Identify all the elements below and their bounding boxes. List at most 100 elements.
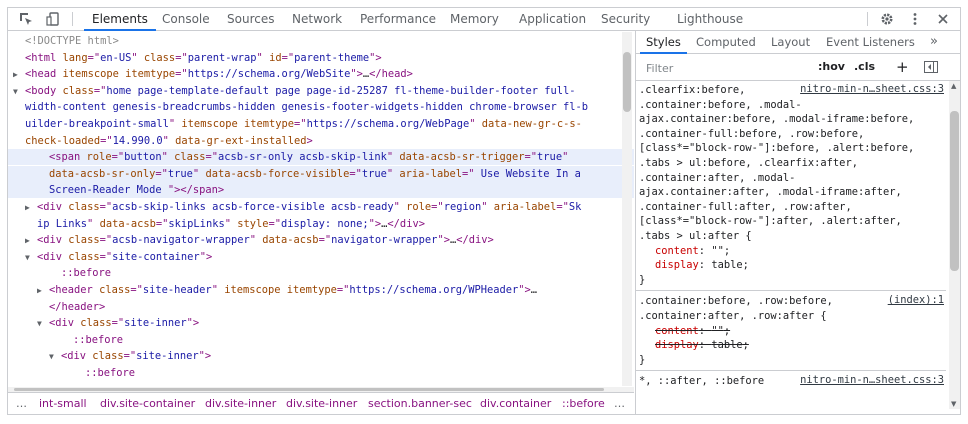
css-property-value[interactable]: "" — [711, 245, 724, 257]
rule-source-link[interactable]: nitro-min-n…sheet.css:3 — [800, 83, 944, 95]
device-toolbar-icon[interactable] — [44, 10, 62, 28]
tab-application[interactable]: Application — [519, 8, 586, 30]
css-property-name[interactable]: display — [655, 339, 699, 351]
collapse-arrow-icon[interactable]: ▼ — [37, 316, 49, 332]
css-property-name[interactable]: content — [655, 325, 699, 337]
close-icon[interactable] — [934, 10, 952, 28]
tab-console[interactable]: Console — [162, 8, 210, 30]
css-property-value[interactable]: "" — [711, 325, 724, 337]
tab-security[interactable]: Security — [601, 8, 650, 30]
breadcrumb-item[interactable]: div.container — [480, 393, 551, 414]
more-tabs-chevron-icon[interactable]: » — [930, 31, 938, 53]
scrollbar-thumb[interactable] — [950, 111, 959, 271]
tab-memory[interactable]: Memory — [450, 8, 499, 30]
dom-node-line[interactable]: ▶ <div class="acsb-navigator-wrapper" dat… — [8, 232, 634, 248]
rule-selector[interactable]: .container:before, .row:before, — [639, 294, 833, 309]
dom-node-line[interactable]: ::before — [8, 332, 634, 348]
css-property-value[interactable]: table — [711, 339, 742, 351]
dom-node-line[interactable]: ▶ <div class="acsb-skip-links acsb-force-… — [8, 199, 634, 215]
dom-node-line[interactable]: <!DOCTYPE html> — [8, 33, 634, 49]
breadcrumb-item[interactable]: int-small — [39, 393, 87, 414]
dom-node-line[interactable]: width-content genesis-breadcrumbs-hidden… — [8, 99, 634, 115]
styles-filter-input[interactable] — [644, 58, 808, 78]
new-style-rule-button[interactable]: + — [896, 58, 909, 76]
breadcrumb-more-left[interactable]: … — [16, 393, 27, 414]
dom-node-line[interactable]: Screen-Reader Mode "></span> — [8, 182, 634, 199]
tab-styles[interactable]: Styles — [640, 31, 687, 54]
styles-vertical-scrollbar[interactable]: ▲ ▼ — [949, 81, 960, 409]
dom-tree[interactable]: <!DOCTYPE html> <html lang="en-US" class=… — [8, 31, 634, 387]
rule-selector[interactable]: [class*="block-row-"]:before, .alert:bef… — [639, 141, 914, 156]
dom-node-line[interactable]: ip Links" data-acsb="skipLinks" style="d… — [8, 216, 634, 232]
css-property[interactable]: display: table; — [655, 258, 749, 273]
dom-node-line[interactable]: ▼ <div class="site-container"> — [8, 249, 634, 265]
dom-vertical-scrollbar[interactable] — [622, 32, 632, 386]
rule-selector[interactable]: .container-full:after, .row:after, — [639, 200, 852, 215]
expand-arrow-icon[interactable]: ▶ — [25, 200, 37, 216]
dom-node-line[interactable]: ▼ <body class="home page-template-default… — [8, 83, 634, 99]
rule-selector[interactable]: ajax.container:before, .modal-iframe:bef… — [639, 112, 914, 127]
dom-node-line[interactable]: ::before — [8, 265, 634, 281]
scrollbar-thumb[interactable] — [623, 52, 631, 112]
dom-node-line[interactable]: ▶ <header class="site-header" itemscope i… — [8, 282, 634, 298]
breadcrumb-item[interactable]: div.site-inner — [205, 393, 276, 414]
breadcrumb-more-right[interactable]: … — [614, 393, 625, 414]
dom-node-line[interactable]: ▼ <div class="site-inner"> — [8, 348, 634, 364]
rule-selector[interactable]: .clearfix:before, — [639, 83, 745, 98]
dom-node-line[interactable]: check-loaded="14.990.0" data-gr-ext-inst… — [8, 133, 634, 149]
css-property-name[interactable]: display — [655, 259, 699, 271]
css-property-value[interactable]: table — [711, 259, 742, 271]
rule-selector[interactable]: .container:after, .modal- — [639, 171, 795, 186]
rule-source-link[interactable]: (index):1 — [888, 294, 944, 306]
expand-arrow-icon[interactable]: ▶ — [37, 283, 49, 299]
rule-source-link[interactable]: nitro-min-n…sheet.css:3 — [800, 374, 944, 386]
class-toggle[interactable]: .cls — [854, 58, 875, 76]
tab-network[interactable]: Network — [292, 8, 342, 30]
tab-elements[interactable]: Elements — [84, 8, 156, 31]
tab-sources[interactable]: Sources — [227, 8, 274, 30]
dom-node-line[interactable]: uilder-breakpoint-small" itemscope itemt… — [8, 116, 634, 132]
collapse-arrow-icon[interactable]: ▼ — [13, 84, 25, 100]
dom-node-line[interactable]: data-acsb-sr-only="true" data-acsb-force… — [8, 165, 634, 182]
tab-performance[interactable]: Performance — [360, 8, 436, 30]
dom-node-line[interactable]: </header> — [8, 299, 634, 315]
dom-token: =" — [155, 217, 169, 230]
collapse-arrow-icon[interactable]: ▼ — [49, 349, 61, 365]
dom-node-line[interactable]: <html lang="en-US" class="parent-wrap" i… — [8, 50, 634, 66]
breadcrumb-item[interactable]: div.site-container — [100, 393, 195, 414]
tab-layout[interactable]: Layout — [771, 31, 810, 53]
dom-node-line[interactable]: ▶ <head itemscope itemtype="https://schem… — [8, 66, 634, 82]
expand-arrow-icon[interactable]: ▶ — [13, 67, 25, 83]
scroll-up-arrow-icon[interactable]: ▲ — [951, 82, 956, 90]
settings-gear-icon[interactable] — [878, 10, 896, 28]
dom-node-line[interactable]: ::before — [8, 365, 634, 381]
more-options-icon[interactable] — [906, 10, 924, 28]
css-property-name[interactable]: content — [655, 245, 699, 257]
inspect-element-icon[interactable] — [17, 10, 35, 28]
breadcrumb-item[interactable]: ::before — [562, 393, 605, 414]
dom-node-line[interactable]: ▼ <div class="site-inner"> — [8, 315, 634, 331]
toggle-sidebar-icon[interactable] — [922, 58, 940, 76]
tab-event-listeners[interactable]: Event Listeners — [826, 31, 915, 53]
expand-arrow-icon[interactable]: ▶ — [25, 233, 37, 249]
rule-selector[interactable]: .tabs > ul:before, .clearfix:after, — [639, 156, 858, 171]
tab-computed[interactable]: Computed — [696, 31, 756, 53]
rule-selector[interactable]: *, ::after, ::before — [639, 374, 764, 389]
rule-selector[interactable]: [class*="block-row-"]:after, .alert:afte… — [639, 214, 902, 229]
css-property[interactable]: display: table; — [655, 338, 749, 353]
scrollbar-thumb[interactable] — [14, 388, 604, 391]
tab-lighthouse[interactable]: Lighthouse — [677, 8, 743, 30]
hover-state-toggle[interactable]: :hov — [818, 58, 845, 76]
css-property[interactable]: content: ""; — [655, 244, 730, 259]
rule-selector[interactable]: .container:after, .row:after { — [639, 309, 827, 324]
dom-node-line[interactable]: <span role="button" class="acsb-sr-only … — [8, 149, 634, 166]
collapse-arrow-icon[interactable]: ▼ — [25, 250, 37, 266]
css-property[interactable]: content: ""; — [655, 324, 730, 339]
breadcrumb-item[interactable]: section.banner-sec — [368, 393, 472, 414]
scroll-down-arrow-icon[interactable]: ▼ — [951, 400, 956, 408]
breadcrumb-item[interactable]: div.site-inner — [286, 393, 357, 414]
rule-selector[interactable]: .container-full:before, .row:before, — [639, 127, 864, 142]
rule-selector[interactable]: .container:before, .modal- — [639, 98, 802, 113]
rule-selector[interactable]: ajax.container:after, .modal-iframe:afte… — [639, 185, 902, 200]
rule-selector[interactable]: .tabs > ul:after { — [639, 229, 752, 244]
